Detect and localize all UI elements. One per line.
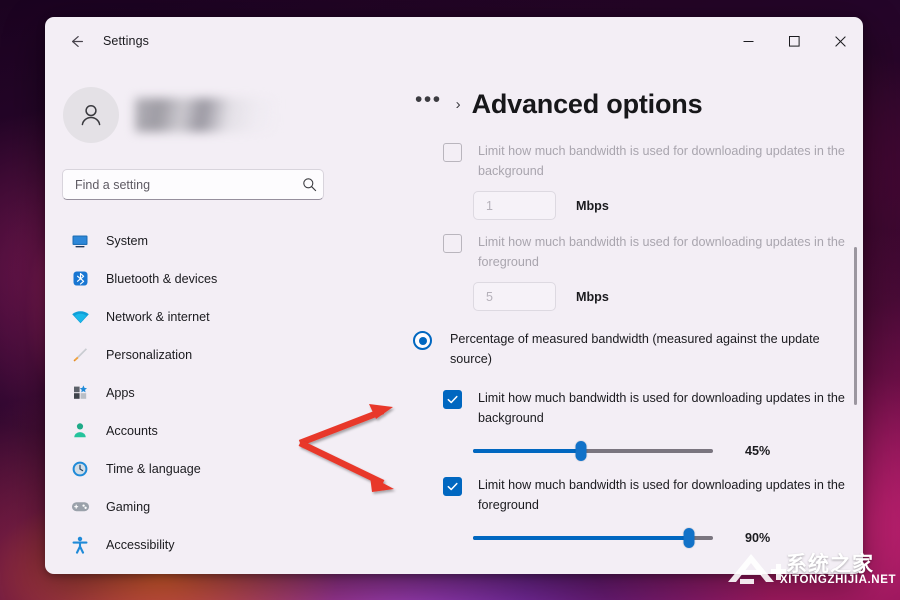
avatar xyxy=(63,87,119,143)
search-input[interactable] xyxy=(63,170,295,199)
sidebar-item-label: Network & internet xyxy=(106,309,210,324)
sidebar-item-system[interactable]: System xyxy=(55,222,345,259)
percentage-foreground-slider-row: 90% xyxy=(375,527,863,549)
settings-body: Limit how much bandwidth is used for dow… xyxy=(375,142,863,549)
monitor-icon xyxy=(69,231,91,251)
sidebar-item-gaming[interactable]: Gaming xyxy=(55,488,345,525)
main-content: ••• › Advanced options Limit how much ba… xyxy=(375,65,863,574)
slider-fill xyxy=(473,449,581,453)
percentage-radio-row[interactable]: Percentage of measured bandwidth (measur… xyxy=(375,330,863,369)
absolute-foreground-value-row: 5 Mbps xyxy=(375,282,863,311)
absolute-background-unit-label: Mbps xyxy=(576,198,609,213)
percentage-background-slider[interactable] xyxy=(473,440,713,462)
percentage-foreground-checkbox-row[interactable]: Limit how much bandwidth is used for dow… xyxy=(375,476,863,515)
absolute-background-checkbox-row[interactable]: Limit how much bandwidth is used for dow… xyxy=(375,142,863,181)
window-controls xyxy=(725,17,863,65)
absolute-foreground-value-input[interactable]: 5 xyxy=(473,282,556,311)
sidebar-item-label: System xyxy=(106,233,148,248)
wifi-icon xyxy=(69,307,91,327)
sidebar-item-label: Bluetooth & devices xyxy=(106,271,218,286)
checkmark-icon xyxy=(447,395,458,404)
percentage-background-slider-row: 45% xyxy=(375,440,863,462)
sidebar-item-bluetooth-devices[interactable]: Bluetooth & devices xyxy=(55,260,345,297)
breadcrumb: ••• › Advanced options xyxy=(415,89,863,120)
breadcrumb-separator-icon: › xyxy=(455,96,461,113)
minimize-button[interactable] xyxy=(725,17,771,65)
absolute-background-value-row: 1 Mbps xyxy=(375,191,863,220)
minimize-icon xyxy=(743,40,753,42)
window-title: Settings xyxy=(103,34,149,48)
percentage-background-checkbox-row[interactable]: Limit how much bandwidth is used for dow… xyxy=(375,389,863,428)
bluetooth-icon xyxy=(69,269,91,289)
search-box[interactable] xyxy=(62,169,324,200)
accessibility-icon xyxy=(69,535,91,555)
percentage-foreground-checkbox-label: Limit how much bandwidth is used for dow… xyxy=(478,478,845,512)
maximize-button[interactable] xyxy=(771,17,817,65)
clock-icon xyxy=(69,459,91,479)
back-button[interactable] xyxy=(59,26,93,56)
percentage-foreground-checkbox[interactable] xyxy=(443,477,462,496)
percentage-foreground-slider[interactable] xyxy=(473,527,713,549)
sidebar-item-accounts[interactable]: Accounts xyxy=(55,412,345,449)
sidebar-item-time-language[interactable]: Time & language xyxy=(55,450,345,487)
percentage-foreground-value: 90% xyxy=(745,531,771,545)
percentage-background-checkbox[interactable] xyxy=(443,390,462,409)
sidebar: System Bluetooth & devices xyxy=(45,65,375,574)
sidebar-item-label: Gaming xyxy=(106,499,151,514)
absolute-foreground-checkbox[interactable] xyxy=(443,234,462,253)
apps-grid-icon xyxy=(69,383,91,403)
page-title: Advanced options xyxy=(471,89,703,119)
slider-fill xyxy=(473,536,689,540)
sidebar-item-personalization[interactable]: Personalization xyxy=(55,336,345,373)
search-icon xyxy=(295,177,323,192)
sidebar-item-network-internet[interactable]: Network & internet xyxy=(55,298,345,335)
sidebar-item-label: Apps xyxy=(106,385,135,400)
gamepad-icon xyxy=(69,497,91,517)
sidebar-item-label: Accessibility xyxy=(106,537,175,552)
settings-window: Settings Find a setting System Bluetooth… xyxy=(45,17,863,574)
absolute-background-checkbox-label: Limit how much bandwidth is used for dow… xyxy=(478,144,845,178)
sidebar-nav: System Bluetooth & devices Network & int… xyxy=(45,222,375,563)
account-name-redacted xyxy=(135,98,275,132)
percentage-background-value: 45% xyxy=(745,444,771,458)
breadcrumb-overflow-button[interactable]: ••• xyxy=(415,89,442,114)
absolute-background-checkbox[interactable] xyxy=(443,143,462,162)
window-titlebar[interactable]: Settings xyxy=(45,17,863,65)
absolute-foreground-checkbox-row[interactable]: Limit how much bandwidth is used for dow… xyxy=(375,233,863,272)
paintbrush-icon xyxy=(69,345,91,365)
close-button[interactable] xyxy=(817,17,863,65)
sidebar-item-label: Time & language xyxy=(106,461,201,476)
absolute-background-value-input[interactable]: 1 xyxy=(473,191,556,220)
absolute-foreground-unit-label: Mbps xyxy=(576,289,609,304)
user-avatar-icon xyxy=(81,104,101,126)
vertical-scrollbar[interactable] xyxy=(854,247,857,405)
percentage-radio-label: Percentage of measured bandwidth (measur… xyxy=(450,332,820,366)
sidebar-item-apps[interactable]: Apps xyxy=(55,374,345,411)
slider-thumb[interactable] xyxy=(575,441,587,461)
percentage-background-checkbox-label: Limit how much bandwidth is used for dow… xyxy=(478,391,845,425)
sidebar-item-label: Accounts xyxy=(106,423,158,438)
sidebar-item-label: Personalization xyxy=(106,347,193,362)
checkmark-icon xyxy=(447,482,458,491)
account-summary[interactable] xyxy=(63,87,375,143)
maximize-icon xyxy=(788,35,800,47)
back-arrow-icon xyxy=(71,35,83,47)
person-icon xyxy=(69,421,91,441)
absolute-foreground-checkbox-label: Limit how much bandwidth is used for dow… xyxy=(478,235,845,269)
close-icon xyxy=(834,35,846,47)
sidebar-item-accessibility[interactable]: Accessibility xyxy=(55,526,345,563)
slider-thumb[interactable] xyxy=(683,528,695,548)
radio-dot xyxy=(418,336,427,345)
percentage-radio-button[interactable] xyxy=(413,331,432,350)
